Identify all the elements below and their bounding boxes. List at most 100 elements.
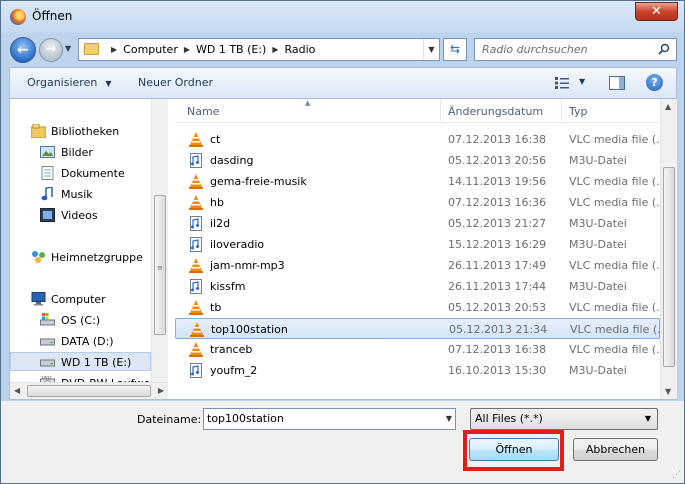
navigation-pane-hscrollbar[interactable]: ◀ ▶ [10,382,168,399]
dialog-footer: Dateiname: top100station ▼ All Files (*.… [1,401,684,483]
column-divider[interactable] [561,99,562,121]
sidebar-item-documents[interactable]: Dokumente [10,164,151,183]
file-type-select[interactable]: All Files (*.*) ▼ [470,408,658,430]
documents-icon [41,166,54,180]
file-row[interactable]: hb 07.12.2013 16:36 VLC media file (.p [175,192,660,213]
recent-pages-dropdown[interactable]: ▼ [65,44,71,53]
help-icon[interactable]: ? [646,74,663,91]
navigation-pane-scrollbar[interactable]: ≡ [151,99,168,399]
scrollbar-thumb[interactable] [27,385,151,397]
file-row[interactable]: il2d 05.12.2013 21:27 M3U-Datei [175,213,660,234]
scroll-left-icon[interactable]: ◀ [14,386,20,395]
sidebar-item-drive-c[interactable]: OS (C:) [10,311,151,330]
sidebar-item-label: DATA (D:) [61,335,114,348]
sidebar-item-videos[interactable]: Videos [10,206,151,225]
file-row[interactable]: ct 07.12.2013 16:38 VLC media file (.p [175,129,660,150]
music-icon [41,187,53,201]
chevron-down-icon[interactable]: ▼ [645,414,651,423]
sidebar-item-drive-e[interactable]: WD 1 TB (E:) [10,352,151,371]
sidebar-item-label: Bibliotheken [51,125,120,138]
file-type: VLC media file (.p [569,343,659,356]
file-name: jam-nmr-mp3 [210,259,285,272]
address-bar[interactable]: ▶ Computer ▶ WD 1 TB (E:) ▶ Radio ▼ [78,38,440,61]
close-button[interactable]: ✕ [635,2,678,21]
open-file-dialog: Öffnen ✕ ← → ▼ ▶ Computer ▶ WD 1 TB (E:) ▶ Ra… [0,0,685,484]
address-dropdown-icon[interactable]: ▼ [423,39,439,60]
file-row[interactable]: tb 05.12.2013 20:53 VLC media file (.p [175,297,660,318]
sidebar-item-label: OS (C:) [61,314,101,327]
column-type[interactable]: Typ [569,105,588,118]
m3u-file-icon [190,237,202,252]
back-button[interactable]: ← [10,37,36,63]
new-folder-button[interactable]: Neuer Ordner [138,76,213,89]
file-row[interactable]: jam-nmr-mp3 26.11.2013 17:49 VLC media fil… [175,255,660,276]
column-divider[interactable] [440,99,441,121]
preview-pane-icon[interactable] [609,76,625,90]
file-date: 26.11.2013 17:44 [448,280,547,293]
sidebar-item-computer[interactable]: Computer [10,290,151,309]
title-bar: Öffnen ✕ [1,1,684,33]
scroll-down-icon[interactable]: ▼ [665,387,671,396]
cancel-button[interactable]: Abbrechen [573,438,658,461]
file-date: 07.12.2013 16:38 [448,133,547,146]
file-row[interactable]: gema-freie-musik 14.11.2013 19:56 VLC medi… [175,171,660,192]
file-name: gema-freie-musik [210,175,307,188]
sidebar-item-libraries[interactable]: Bibliotheken [10,122,151,141]
refresh-button[interactable]: ⇆ [443,38,467,61]
breadcrumb-computer[interactable]: Computer [123,43,178,56]
m3u-file-icon [190,153,202,168]
file-date: 07.12.2013 16:36 [448,196,547,209]
address-row: ← → ▼ ▶ Computer ▶ WD 1 TB (E:) ▶ Radio ▼ ⇆ R… [1,33,684,65]
view-dropdown-icon[interactable]: ▼ [579,77,585,86]
file-list-scrollbar[interactable]: ▲ ▼ [660,99,677,399]
svg-text:DVD: DVD [42,376,51,380]
file-type: VLC media file (.p [569,133,659,146]
file-list: ▲ Name Änderungsdatum Typ ct 07.12.2013 1… [175,99,660,399]
videos-icon [40,208,55,222]
file-type: VLC media file (.p [569,259,659,272]
file-row[interactable]: top100station 05.12.2013 21:34 VLC media f… [175,318,660,339]
chevron-down-icon[interactable]: ▼ [446,414,452,423]
sidebar-item-pictures[interactable]: Bilder [10,143,151,162]
file-type-value: All Files (*.*) [475,412,543,425]
file-name: kissfm [210,280,246,293]
breadcrumb-drive[interactable]: WD 1 TB (E:) [196,43,266,56]
file-row[interactable]: kissfm 26.11.2013 17:44 M3U-Datei [175,276,660,297]
homegroup-icon [32,251,45,263]
breadcrumb-radio[interactable]: Radio [285,43,316,56]
file-row[interactable]: tranceb 07.12.2013 16:38 VLC media file (.… [175,339,660,360]
sidebar-item-homegroup[interactable]: Heimnetzgruppe [10,248,151,267]
scrollbar-thumb[interactable] [663,167,675,367]
file-row[interactable]: dasding 05.12.2013 20:56 M3U-Datei [175,150,660,171]
filename-label: Dateiname: [137,413,202,426]
file-row[interactable]: youfm_2 16.10.2013 15:30 M3U-Datei [175,360,660,381]
filename-input[interactable]: top100station ▼ [203,408,456,430]
file-date: 07.12.2013 16:38 [448,343,547,356]
sidebar-item-drive-d[interactable]: DATA (D:) [10,332,151,351]
vlc-file-icon [189,342,203,357]
drive-icon [40,359,55,367]
organize-button[interactable]: Organisieren ▼ [27,76,111,89]
forward-button[interactable]: → [39,38,63,62]
breadcrumb: ▶ Computer ▶ WD 1 TB (E:) ▶ Radio [111,43,316,56]
scroll-up-icon[interactable]: ▲ [665,102,671,111]
view-options-icon[interactable] [555,77,569,89]
scroll-right-icon[interactable]: ▶ [158,386,164,395]
sidebar-item-music[interactable]: Musik [10,185,151,204]
sort-ascending-icon: ▲ [305,99,311,107]
open-button[interactable]: Öffnen [469,438,559,461]
sidebar-item-label: Computer [51,293,106,306]
search-icon[interactable] [658,43,670,55]
column-name[interactable]: Name [187,105,219,118]
drive-c-icon [40,313,55,326]
file-row[interactable]: iloveradio 15.12.2013 16:29 M3U-Datei [175,234,660,255]
search-input[interactable]: Radio durchsuchen [474,38,677,61]
column-date[interactable]: Änderungsdatum [448,105,543,118]
file-type: M3U-Datei [569,238,627,251]
drive-icon [40,338,55,346]
file-type: VLC media file (.p [569,175,659,188]
file-date: 05.12.2013 20:56 [448,154,547,167]
pictures-icon [40,146,55,158]
resize-grip-icon[interactable]: ⋰ [672,470,681,480]
command-bar: Organisieren ▼ Neuer Ordner ▼ ? [9,67,677,98]
